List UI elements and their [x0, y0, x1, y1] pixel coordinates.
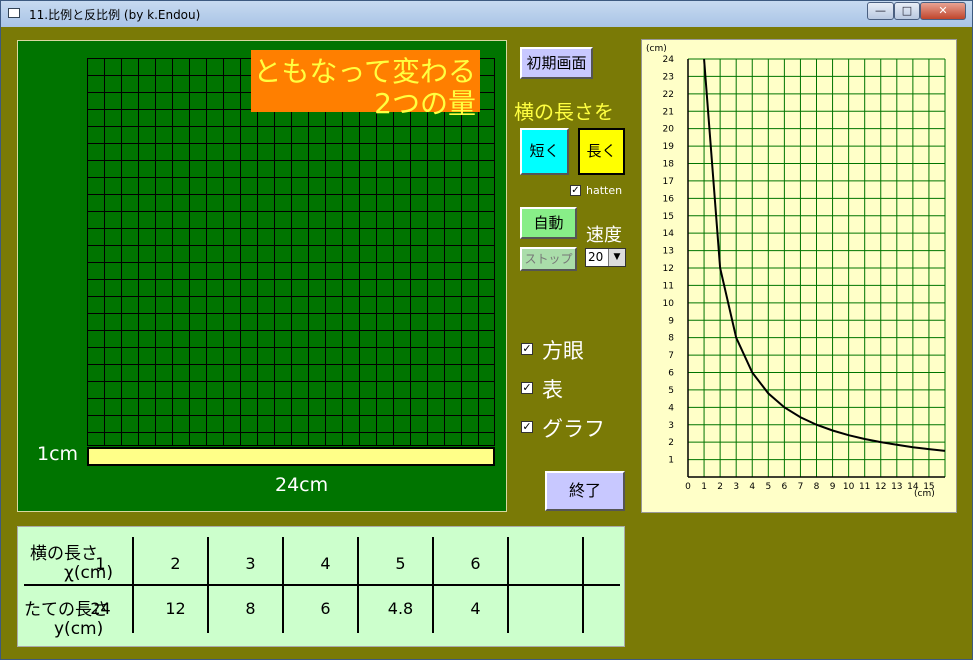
table-column-line — [357, 537, 359, 633]
shorten-button[interactable]: 短く — [520, 128, 569, 175]
graph-x-tick-label: 0 — [685, 482, 691, 492]
table-x-value: 3 — [245, 554, 256, 573]
table-y-value: 4 — [470, 599, 481, 618]
minimize-button[interactable]: — — [867, 2, 894, 20]
graph-x-tick-label: 9 — [830, 482, 836, 492]
hatten-checkbox[interactable]: ✓ — [570, 185, 581, 196]
graph-checkbox[interactable]: ✓ — [521, 421, 533, 433]
graph-y-tick-label: 22 — [663, 90, 674, 100]
table-y-value: 8 — [245, 599, 256, 618]
speed-label: 速度 — [586, 225, 622, 246]
table-x-value: 6 — [470, 554, 481, 573]
table-y-value: 4.8 — [387, 599, 414, 618]
graph-y-tick-label: 8 — [668, 334, 674, 344]
table-y-value: 24 — [90, 599, 111, 618]
graph-x-axis-label: (cm) — [914, 489, 935, 499]
table-column-line — [507, 537, 509, 633]
close-icon: ✕ — [938, 4, 948, 17]
graph-x-tick-label: 1 — [701, 482, 707, 492]
table-checkbox[interactable]: ✓ — [521, 382, 533, 394]
title-line-2: 2つの量 — [374, 87, 476, 120]
height-label: 1cm — [37, 443, 79, 465]
auto-button[interactable]: 自動 — [520, 207, 577, 239]
inverse-proportion-graph: 0 1 2 3 4 5 6 7 8 9 10 11 12 13 14 15123456789101112131… — [646, 44, 946, 499]
graph-y-tick-label: 23 — [663, 72, 674, 82]
table-checkbox-label: 表 — [542, 378, 563, 402]
speed-select[interactable]: 20 ▼ — [585, 248, 626, 267]
app-icon — [8, 8, 20, 18]
graph-y-tick-label: 1 — [668, 456, 674, 466]
graph-series-line — [703, 58, 946, 452]
table-column-line — [582, 537, 584, 633]
graph-y-tick-label: 21 — [663, 107, 674, 117]
graph-y-tick-label: 19 — [663, 142, 675, 152]
table-column-line — [207, 537, 209, 633]
graph-x-tick-label: 4 — [749, 482, 755, 492]
table-column-line — [282, 537, 284, 633]
graph-y-tick-label: 10 — [663, 299, 675, 309]
graph-y-tick-label: 14 — [663, 229, 675, 239]
app-window: 11.比例と反比例 (by k.Endou) — □ ✕ ともなって変わる 2つ… — [0, 0, 973, 660]
rectangle-shape — [87, 447, 495, 466]
graph-panel: 0 1 2 3 4 5 6 7 8 9 10 11 12 13 14 15 1 2 3 4 5 6 7 8 9 10 11 12 13 1… — [641, 39, 957, 513]
graph-x-tick-label: 11 — [859, 482, 870, 492]
graph-y-tick-label: 6 — [668, 369, 674, 379]
graph-x-tick-label: 3 — [733, 482, 739, 492]
title-bar[interactable]: 11.比例と反比例 (by k.Endou) — □ ✕ — [1, 1, 972, 27]
speed-value: 20 — [588, 250, 604, 264]
table-y-value: 6 — [320, 599, 331, 618]
graph-y-tick-label: 15 — [663, 212, 674, 222]
graph-x-tick-label: 10 — [843, 482, 855, 492]
graph-y-tick-label: 18 — [663, 160, 675, 170]
graph-x-tick-label: 2 — [717, 482, 723, 492]
graph-y-tick-label: 20 — [663, 125, 675, 135]
title-box: ともなって変わる 2つの量 — [251, 50, 480, 120]
graph-x-tick-label: 8 — [814, 482, 820, 492]
stop-button[interactable]: ストップ — [520, 247, 577, 271]
graph-x-tick-label: 13 — [891, 482, 902, 492]
graph-y-tick-label: 5 — [668, 386, 674, 396]
graph-x-tick-label: 6 — [782, 482, 788, 492]
chevron-down-icon[interactable]: ▼ — [608, 249, 625, 266]
window-title: 11.比例と反比例 (by k.Endou) — [29, 8, 201, 22]
exit-button[interactable]: 終了 — [545, 471, 625, 511]
graph-x-tick-label: 7 — [798, 482, 804, 492]
graph-y-tick-label: 24 — [663, 55, 675, 65]
table-y-value: 12 — [165, 599, 186, 618]
grid-checkbox[interactable]: ✓ — [521, 343, 533, 355]
maximize-button[interactable]: □ — [894, 2, 920, 20]
graph-checkbox-label: グラフ — [542, 417, 605, 441]
table-column-line — [132, 537, 134, 633]
lengthen-button[interactable]: 長く — [578, 128, 625, 175]
table-x-value: 2 — [170, 554, 181, 573]
graph-y-tick-label: 3 — [668, 421, 674, 431]
maximize-icon: □ — [901, 4, 913, 17]
graph-y-tick-label: 17 — [663, 177, 674, 187]
graph-y-tick-label: 7 — [668, 351, 674, 361]
width-heading: 横の長さを — [514, 100, 614, 124]
table-column-line — [432, 537, 434, 633]
table-x-value: 5 — [395, 554, 406, 573]
graph-y-tick-label: 16 — [663, 194, 675, 204]
table-x-value: 4 — [320, 554, 331, 573]
graph-y-tick-label: 9 — [668, 316, 674, 326]
table-divider — [24, 584, 620, 586]
close-button[interactable]: ✕ — [920, 2, 966, 20]
table-x-value: 1 — [95, 554, 106, 573]
graph-y-tick-label: 4 — [668, 403, 674, 413]
graph-y-tick-label: 13 — [663, 247, 674, 257]
graph-y-tick-label: 12 — [663, 264, 674, 274]
graph-x-tick-label: 12 — [875, 482, 886, 492]
init-screen-button[interactable]: 初期画面 — [520, 47, 593, 79]
hatten-label: hatten — [586, 184, 623, 197]
width-label: 24cm — [275, 474, 329, 496]
graph-y-tick-label: 11 — [663, 281, 674, 291]
minimize-icon: — — [875, 4, 886, 17]
graph-y-tick-label: 2 — [668, 438, 674, 448]
values-table: 横の長さ χ(cm) たての長さ y(cm) 1 24 2 12 3 8 4 6 5 4.8 6 4 — [17, 526, 625, 647]
graph-x-tick-label: 5 — [765, 482, 771, 492]
row2-label-b: y(cm) — [54, 619, 104, 639]
grid-checkbox-label: 方眼 — [542, 339, 584, 363]
graph-y-axis-label: (cm) — [646, 44, 667, 54]
